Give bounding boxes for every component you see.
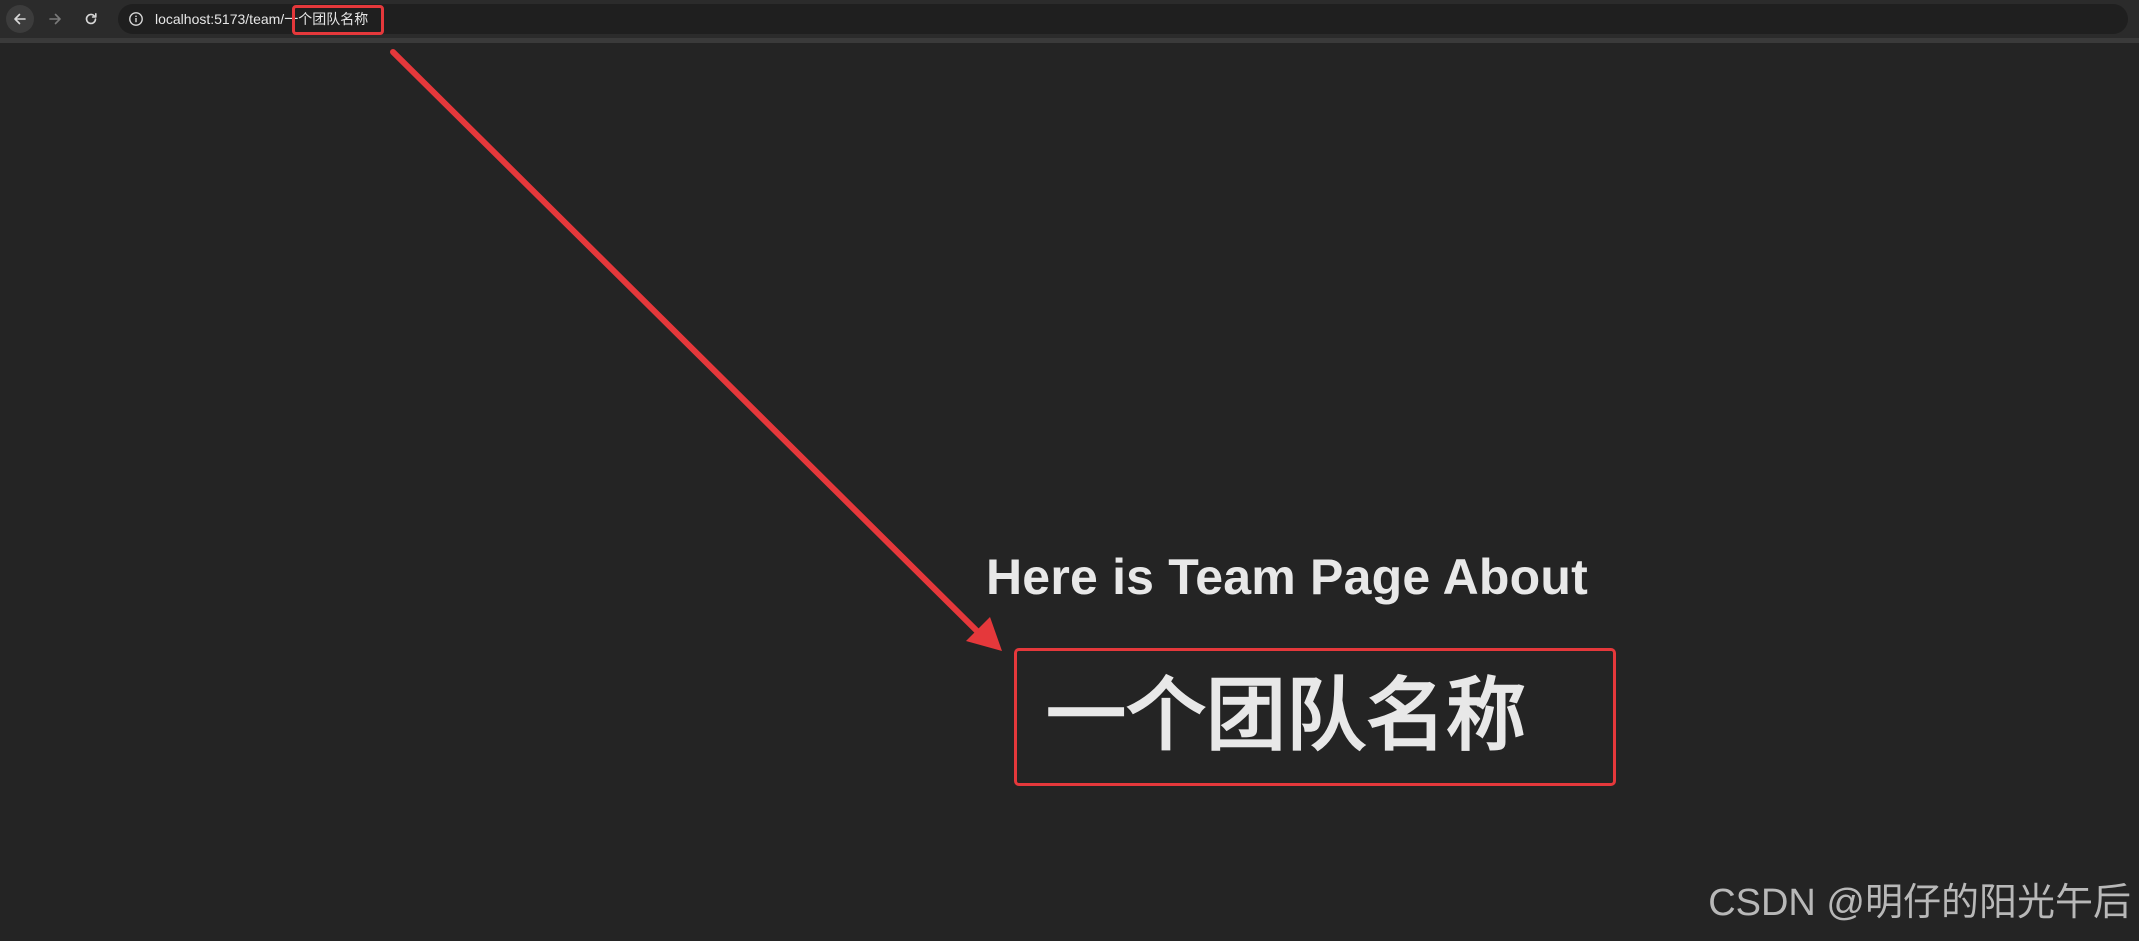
- browser-window: localhost:5173/team/一个团队名称 Here is Team …: [0, 0, 2139, 941]
- annotation-arrow: [390, 49, 1002, 651]
- watermark: CSDN @明仔的阳光午后: [1708, 882, 2131, 924]
- team-name: 一个团队名称: [1046, 671, 1526, 760]
- page-heading: Here is Team Page About: [986, 549, 1588, 605]
